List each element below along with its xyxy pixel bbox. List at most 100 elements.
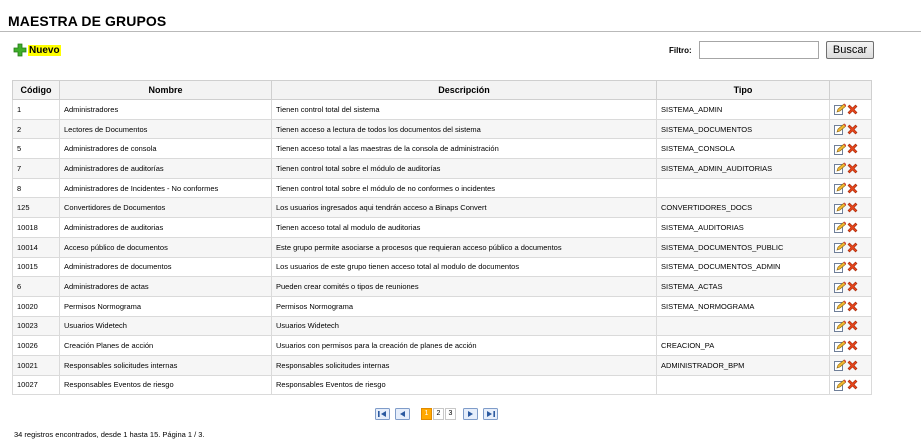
table-body: 1 Administradores Tienen control total del… xyxy=(12,99,872,396)
delete-icon[interactable] xyxy=(846,103,859,116)
edit-icon[interactable] xyxy=(834,300,846,313)
new-group-label: Nuevo xyxy=(28,44,61,56)
plus-icon xyxy=(13,43,27,57)
edit-icon[interactable] xyxy=(834,340,846,352)
cell-codigo: 8 xyxy=(12,177,60,199)
edit-icon[interactable] xyxy=(834,103,846,116)
edit-icon[interactable] xyxy=(834,123,846,136)
prev-page-button[interactable] xyxy=(395,407,410,420)
cell-actions xyxy=(829,315,872,337)
column-header-nombre[interactable]: Nombre xyxy=(59,80,272,100)
delete-icon[interactable] xyxy=(846,221,859,234)
edit-icon[interactable] xyxy=(834,241,846,254)
delete-icon[interactable] xyxy=(846,378,859,391)
cell-actions xyxy=(829,158,872,179)
delete-icon[interactable] xyxy=(846,162,859,175)
cell-descripcion: Usuarios con permisos para la creación d… xyxy=(271,335,657,356)
cell-codigo: 6 xyxy=(12,276,60,297)
next-page-icon xyxy=(463,407,478,420)
edit-icon[interactable] xyxy=(834,359,846,372)
cell-codigo: 10021 xyxy=(12,354,60,376)
cell-tipo: SISTEMA_NORMOGRAMA xyxy=(656,295,830,317)
edit-icon[interactable] xyxy=(834,143,846,155)
edit-icon[interactable] xyxy=(834,221,846,234)
delete-icon[interactable] xyxy=(846,319,859,332)
search-button[interactable]: Buscar xyxy=(826,41,874,59)
cell-tipo xyxy=(656,177,830,199)
cell-nombre: Administradores de actas xyxy=(59,276,272,297)
delete-icon[interactable] xyxy=(846,260,859,273)
cell-descripcion: Responsables solicitudes internas xyxy=(271,354,657,376)
delete-icon[interactable] xyxy=(846,359,859,372)
delete-icon[interactable] xyxy=(846,123,859,136)
cell-tipo: CONVERTIDORES_DOCS xyxy=(656,197,830,219)
cell-codigo: 10020 xyxy=(12,295,60,317)
table-row: 8 Administradores de Incidentes - No conf… xyxy=(12,177,872,199)
delete-icon[interactable] xyxy=(846,182,859,195)
last-page-button[interactable] xyxy=(483,407,498,420)
edit-icon[interactable] xyxy=(834,281,846,293)
edit-icon[interactable] xyxy=(834,379,846,391)
next-page-button[interactable] xyxy=(463,407,478,420)
delete-icon[interactable] xyxy=(846,201,859,214)
edit-icon[interactable] xyxy=(834,162,846,175)
cell-actions xyxy=(829,354,872,376)
cell-nombre: Responsables Eventos de riesgo xyxy=(59,374,272,396)
cell-descripcion: Este grupo permite asociarse a procesos … xyxy=(271,236,657,258)
table-row: 10027 Responsables Eventos de riesgo Respo… xyxy=(12,374,872,396)
edit-icon[interactable] xyxy=(834,182,846,195)
cell-nombre: Lectores de Documentos xyxy=(59,118,272,140)
cell-codigo: 10018 xyxy=(12,217,60,238)
cell-tipo: SISTEMA_ADMIN_AUDITORIAS xyxy=(656,158,830,179)
cell-actions xyxy=(829,118,872,140)
cell-codigo: 2 xyxy=(12,118,60,140)
cell-tipo xyxy=(656,374,830,396)
cell-nombre: Administradores de consola xyxy=(59,138,272,160)
cell-tipo: SISTEMA_DOCUMENTOS xyxy=(656,118,830,140)
delete-icon[interactable] xyxy=(846,300,859,313)
new-group-button[interactable]: Nuevo xyxy=(13,43,61,57)
filter-input[interactable] xyxy=(699,41,819,59)
cell-codigo: 10023 xyxy=(12,315,60,337)
edit-icon[interactable] xyxy=(834,202,846,214)
cell-descripcion: Tienen acceso total al modulo de auditor… xyxy=(271,217,657,238)
cell-nombre: Acceso público de documentos xyxy=(59,236,272,258)
page-2[interactable]: 2 xyxy=(433,407,444,420)
cell-tipo xyxy=(656,315,830,337)
table-row: 1 Administradores Tienen control total del… xyxy=(12,99,872,120)
page-3[interactable]: 3 xyxy=(445,407,456,420)
column-header-actions xyxy=(829,80,872,100)
cell-nombre: Convertidores de Documentos xyxy=(59,197,272,219)
first-page-button[interactable] xyxy=(375,407,390,420)
column-header-tipo[interactable]: Tipo xyxy=(656,80,830,100)
cell-descripcion: Tienen control total del sistema xyxy=(271,99,657,120)
groups-table: Código Nombre Descripción Tipo 1 Administ… xyxy=(12,80,872,396)
cell-codigo: 125 xyxy=(12,197,60,219)
cell-actions xyxy=(829,217,872,238)
last-page-icon xyxy=(483,407,498,420)
table-row: 10023 Usuarios Widetech Usuarios Widetech xyxy=(12,315,872,337)
page-title: MAESTRA DE GRUPOS xyxy=(8,13,167,29)
title-divider xyxy=(0,31,921,32)
page-1[interactable]: 1 xyxy=(421,407,432,420)
cell-tipo: ADMINISTRADOR_BPM xyxy=(656,354,830,376)
cell-nombre: Administradores xyxy=(59,99,272,120)
column-header-descripcion[interactable]: Descripción xyxy=(271,80,657,100)
cell-tipo: SISTEMA_ADMIN xyxy=(656,99,830,120)
cell-descripcion: Tienen acceso a lectura de todos los doc… xyxy=(271,118,657,140)
edit-icon[interactable] xyxy=(834,261,846,273)
table-row: 2 Lectores de Documentos Tienen acceso a l… xyxy=(12,118,872,140)
cell-codigo: 10014 xyxy=(12,236,60,258)
pagination: 1 2 3 xyxy=(375,407,503,420)
cell-actions xyxy=(829,295,872,317)
column-header-codigo[interactable]: Código xyxy=(12,80,60,100)
table-row: 10014 Acceso público de documentos Este gr… xyxy=(12,236,872,258)
delete-icon[interactable] xyxy=(846,241,859,254)
table-header-row: Código Nombre Descripción Tipo xyxy=(12,80,872,100)
delete-icon[interactable] xyxy=(846,142,859,155)
cell-descripcion: Permisos Normograma xyxy=(271,295,657,317)
delete-icon[interactable] xyxy=(846,339,859,352)
edit-icon[interactable] xyxy=(834,320,846,332)
cell-nombre: Administradores de Incidentes - No confo… xyxy=(59,177,272,199)
delete-icon[interactable] xyxy=(846,280,859,293)
